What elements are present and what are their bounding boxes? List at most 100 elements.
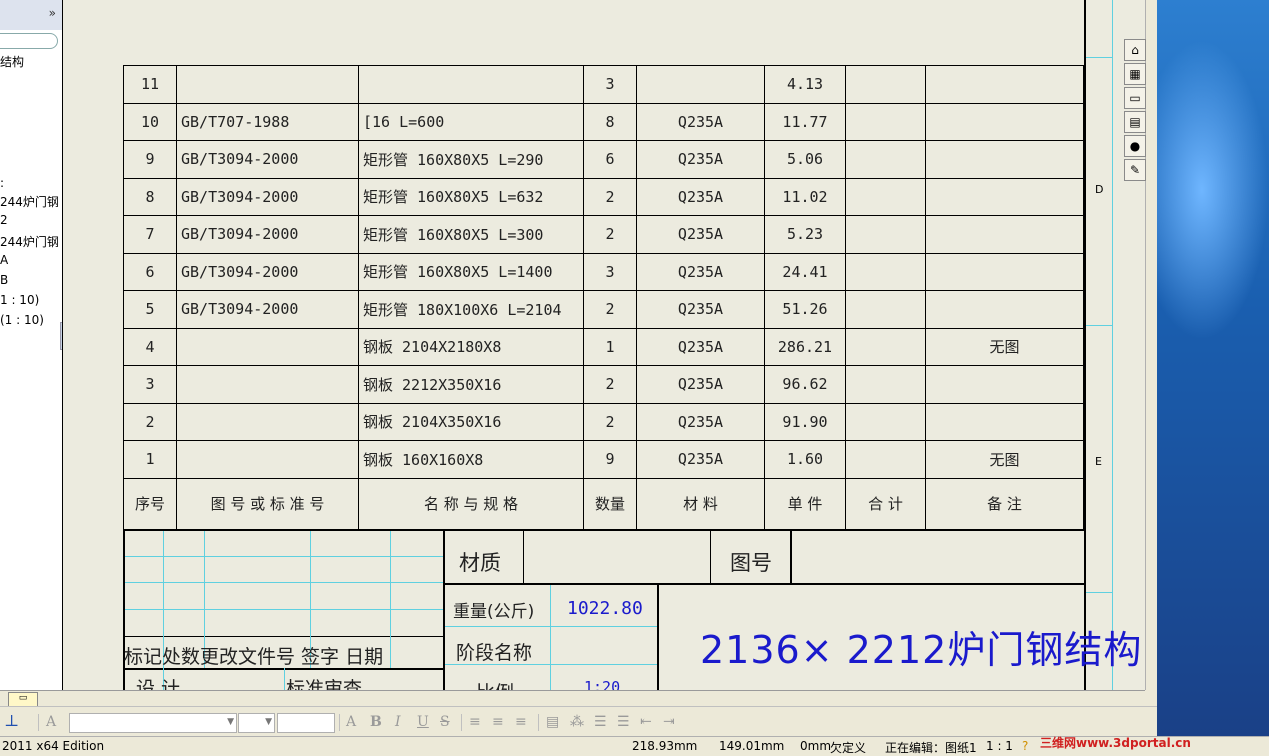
bom-cell-std [176,65,359,104]
revision-header: 标记处数更改文件号 签字 日期 [124,646,384,668]
bom-cell-total [845,252,926,291]
bom-header-qty: 数量 [583,477,637,531]
tree-item-view-a[interactable]: A [0,253,8,267]
line-width-input[interactable] [277,713,335,733]
bom-cell-note [925,215,1084,254]
bom-row[interactable]: 9 GB/T3094-2000 矩形管 160X80X5 L=290 6 Q235A 5.… [123,140,1084,179]
help-icon[interactable]: ? [1022,739,1028,753]
bill-of-materials-table[interactable]: 11 3 4.13 10 GB/T707-1988 [16 L=600 8 Q235A 11.7… [123,65,1084,531]
bom-row[interactable]: 10 GB/T707-1988 [16 L=600 8 Q235A 11.77 [123,102,1084,141]
x-coordinate: 218.93mm [632,739,698,753]
bom-row[interactable]: 5 GB/T3094-2000 矩形管 180X100X6 L=2104 2 Q235A… [123,290,1084,329]
bom-cell-no: 5 [123,290,177,329]
bom-row[interactable]: 8 GB/T3094-2000 矩形管 160X80X5 L=632 2 Q235A 11… [123,177,1084,216]
zone-line [1112,0,1113,690]
font-size-icon[interactable]: A [346,714,356,730]
bom-cell-total [845,140,926,179]
bom-cell-unit: 11.02 [764,177,846,216]
bom-cell-note [925,290,1084,329]
bom-row[interactable]: 6 GB/T3094-2000 矩形管 160X80X5 L=1400 3 Q235A 2… [123,252,1084,291]
bom-cell-std [176,402,359,441]
bom-cell-unit: 286.21 [764,327,846,366]
y-coordinate: 149.01mm [719,739,785,753]
bom-cell-material: Q235A [636,177,765,216]
bom-row[interactable]: 2 钢板 2104X350X16 2 Q235A 91.90 [123,402,1084,441]
custom-properties-icon[interactable]: ✎ [1124,159,1146,181]
zone-tick [1086,325,1112,326]
bom-cell-total [845,177,926,216]
underline-icon[interactable]: U [417,714,429,730]
bom-cell-material: Q235A [636,440,765,479]
expand-chevron-icon[interactable]: » [49,6,56,20]
layer-icon[interactable]: ⊥ [4,711,19,730]
align-left-icon[interactable]: ≡ [469,714,481,730]
bom-row[interactable]: 7 GB/T3094-2000 矩形管 160X80X5 L=300 2 Q235A 5.… [123,215,1084,254]
text-box-icon[interactable]: ▤ [546,714,559,730]
file-explorer-icon[interactable]: ▭ [1124,87,1146,109]
drawing-canvas[interactable]: D E 11 3 4.13 10 GB/T707-1988 [16 L=600 8 Q235A… [62,0,1145,690]
bom-cell-material: Q235A [636,252,765,291]
task-pane-tabs: ⌂ ▦ ▭ ▤ ● ✎ [1122,36,1150,186]
align-right-icon[interactable]: ≡ [515,714,527,730]
format-toolbar: ⊥ A ▼ ▼ A B I U S ≡ ≡ ≡ ▤ ⁂ ☰ ☰ ⇤ ⇥ [0,706,1157,737]
bom-cell-note [925,177,1084,216]
tree-item-view-b[interactable]: B [0,273,8,287]
decrease-indent-icon[interactable]: ⇤ [640,714,652,730]
appearances-icon[interactable]: ● [1124,135,1146,157]
symbol-icon[interactable]: ⁂ [570,714,584,730]
bom-cell-no: 2 [123,402,177,441]
stage-label: 阶段名称 [456,642,533,664]
bold-icon[interactable]: B [370,714,382,730]
watermark-text: 三维网www.3dportal.cn [1040,736,1191,750]
bom-cell-spec: 矩形管 160X80X5 L=1400 [358,252,584,291]
bom-cell-no: 7 [123,215,177,254]
bom-cell-std: GB/T3094-2000 [176,252,359,291]
bom-cell-std: GB/T707-1988 [176,102,359,141]
bom-cell-std: GB/T3094-2000 [176,140,359,179]
tree-filter-input[interactable] [0,33,58,49]
font-size-select[interactable]: ▼ [238,713,275,733]
increase-indent-icon[interactable]: ⇥ [663,714,675,730]
design-library-icon[interactable]: ▦ [1124,63,1146,85]
bom-cell-qty: 2 [583,365,637,404]
view-palette-icon[interactable]: ▤ [1124,111,1146,133]
italic-icon[interactable]: I [395,714,401,730]
tree-item-view-1[interactable]: 244炉门钢 [0,193,59,210]
font-style-icon[interactable]: A [46,714,56,730]
bom-cell-qty: 9 [583,440,637,479]
bom-cell-note [925,252,1084,291]
zone-tick [1086,57,1112,58]
sheet-scale[interactable]: 1 : 1 [986,739,1013,753]
font-name-select[interactable]: ▼ [69,713,237,733]
bom-cell-total [845,65,926,104]
bom-cell-qty: 2 [583,215,637,254]
bom-row[interactable]: 3 钢板 2212X350X16 2 Q235A 96.62 [123,365,1084,404]
tb-divider [790,531,792,583]
numbering-icon[interactable]: ☰ [617,714,630,730]
home-icon[interactable]: ⌂ [1124,39,1146,61]
bom-cell-no: 6 [123,252,177,291]
bom-cell-unit: 4.13 [764,65,846,104]
sheet-tab-bar: ▭ [0,690,1145,707]
toolbar-separator [339,714,340,731]
bom-row[interactable]: 4 钢板 2104X2180X8 1 Q235A 286.21 无图 [123,327,1084,366]
bom-header-no: 序号 [123,477,177,531]
bom-header-spec: 名 称 与 规 格 [358,477,584,531]
tree-item-detail-1[interactable]: 1 : 10) [0,293,39,307]
tree-item-detail-2[interactable]: (1 : 10) [0,313,44,327]
bom-cell-no: 4 [123,327,177,366]
definition-state: 欠定义 [830,741,867,755]
tree-item-view-2[interactable]: 244炉门钢 [0,233,59,250]
strikethrough-icon[interactable]: S [440,714,450,730]
bom-header-row: 序号 图 号 或 标 准 号 名 称 与 规 格 数量 材 料 单 件 合 计 … [123,477,1084,531]
bom-cell-note [925,102,1084,141]
tree-item-root[interactable]: 结构 [0,53,24,70]
align-center-icon[interactable]: ≡ [492,714,504,730]
bom-cell-spec: 矩形管 160X80X5 L=300 [358,215,584,254]
bom-cell-total [845,290,926,329]
bom-row[interactable]: 11 3 4.13 [123,65,1084,104]
bullets-icon[interactable]: ☰ [594,714,607,730]
sheet-tab-icon[interactable]: ▭ [8,692,38,707]
bom-row[interactable]: 1 钢板 160X160X8 9 Q235A 1.60 无图 [123,440,1084,479]
design-label: 设 计 [136,678,181,690]
